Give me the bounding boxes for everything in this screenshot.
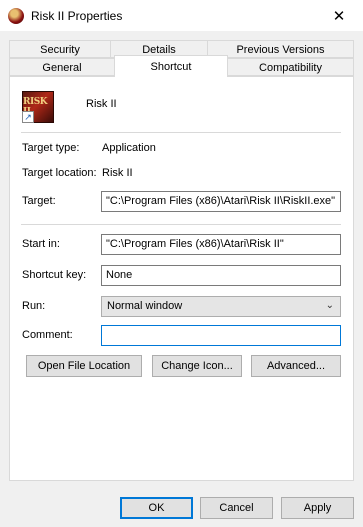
target-type-value: Application: [102, 142, 156, 154]
apply-button[interactable]: Apply: [281, 497, 354, 519]
shortcut-key-label: Shortcut key:: [22, 269, 87, 281]
target-location-value: Risk II: [102, 167, 133, 179]
close-button[interactable]: ✕: [316, 0, 362, 31]
change-icon-button[interactable]: Change Icon...: [152, 355, 242, 377]
shortcut-key-field[interactable]: None: [101, 265, 341, 286]
tab-general[interactable]: General: [9, 58, 115, 76]
divider: [21, 224, 341, 225]
run-select[interactable]: Normal window ⌄: [101, 296, 341, 317]
chevron-down-icon: ⌄: [325, 300, 334, 311]
start-in-label: Start in:: [22, 238, 60, 250]
run-label: Run:: [22, 300, 46, 312]
close-icon: ✕: [332, 7, 346, 25]
comment-field[interactable]: [101, 325, 341, 346]
tab-shortcut[interactable]: Shortcut: [114, 55, 228, 77]
ok-button[interactable]: OK: [120, 497, 193, 519]
run-select-value: Normal window: [107, 300, 183, 312]
tab-security[interactable]: Security: [9, 40, 111, 58]
tab-compatibility[interactable]: Compatibility: [227, 58, 354, 76]
target-type-label: Target type:: [22, 142, 80, 154]
cancel-button[interactable]: Cancel: [200, 497, 273, 519]
tab-previous-versions[interactable]: Previous Versions: [207, 40, 354, 58]
start-in-field[interactable]: "C:\Program Files (x86)\Atari\Risk II": [101, 234, 341, 255]
app-icon: [8, 8, 24, 24]
open-file-location-button[interactable]: Open File Location: [26, 355, 142, 377]
comment-label: Comment:: [22, 329, 73, 341]
shortcut-name: Risk II: [86, 98, 117, 110]
target-location-label: Target location:: [22, 167, 97, 179]
title-bar: Risk II Properties ✕: [0, 0, 363, 31]
advanced-button[interactable]: Advanced...: [251, 355, 341, 377]
target-label: Target:: [22, 195, 56, 207]
divider: [21, 132, 341, 133]
shortcut-overlay-icon: ↗: [22, 111, 34, 123]
target-field[interactable]: "C:\Program Files (x86)\Atari\Risk II\Ri…: [101, 191, 341, 212]
window-title: Risk II Properties: [31, 9, 123, 23]
